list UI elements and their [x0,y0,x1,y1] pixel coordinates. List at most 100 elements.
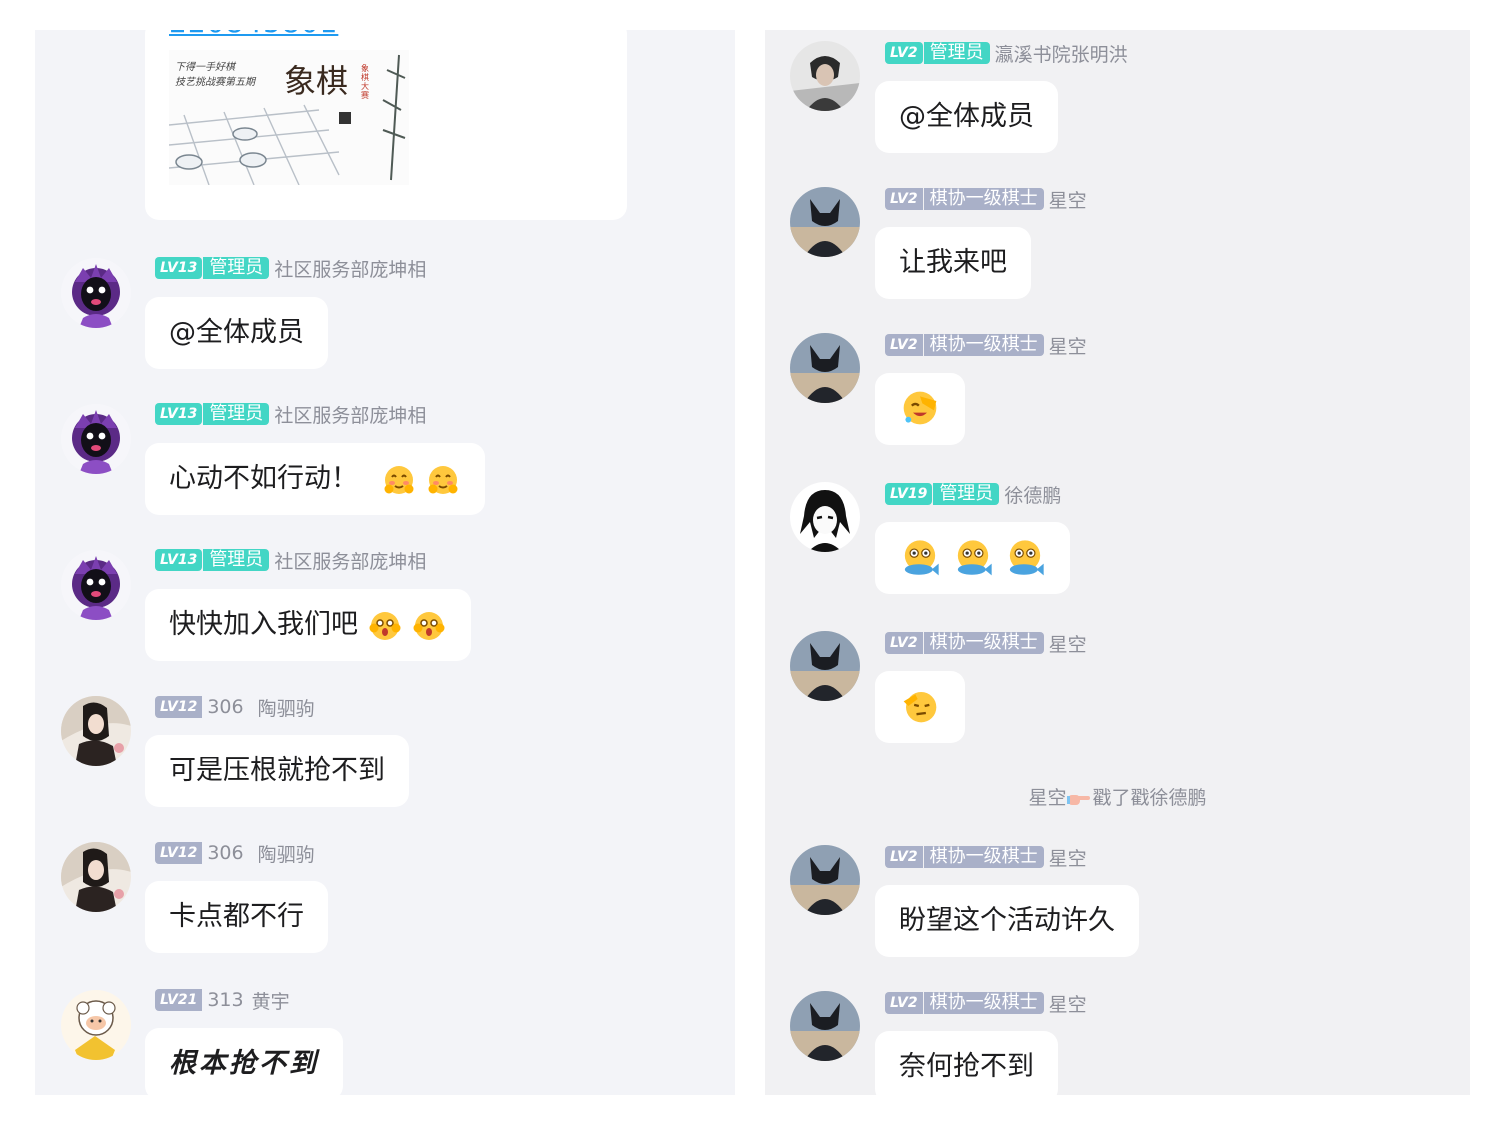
message-text: 心动不如行动！ [169,463,358,494]
level-badge: LV12 [155,842,203,864]
avatar[interactable] [790,41,860,111]
poke-target[interactable]: 徐德鹏 [1150,787,1207,809]
fish-face-icon [1004,538,1046,580]
chat-panel-left: 220845801 下得一手好棋 技艺挑战赛第五期 象棋 象棋大赛 [35,30,735,1095]
message-bubble[interactable] [875,671,965,743]
role-badge: 棋协一级棋士 [923,334,1044,356]
avatar[interactable] [790,631,860,701]
group-number: 306 [207,842,244,864]
avatar[interactable] [790,482,860,552]
avatar[interactable] [61,842,131,912]
sender-name[interactable]: 星空 [1049,630,1087,657]
salute-icon [899,685,941,727]
poster-title: 象棋 [284,62,349,100]
level-badge: LV2 [885,992,923,1014]
sender-meta: LV21 313 黄宇 [155,987,290,1013]
role-badge: 管理员 [933,483,1000,505]
avatar[interactable] [61,258,131,328]
role-badge: 管理员 [203,549,270,571]
sender-meta: LV2 棋协一级棋士 星空 [885,332,1087,358]
level-badge: LV2 [885,632,923,654]
avatar[interactable] [61,550,131,620]
sender-name[interactable]: 徐德鹏 [1004,481,1061,508]
role-badge: 管理员 [203,403,270,425]
level-badge: LV2 [885,334,923,356]
role-badge: 棋协一级棋士 [923,846,1044,868]
blush-hands-icon [381,462,417,498]
chess-poster[interactable]: 下得一手好棋 技艺挑战赛第五期 象棋 象棋大赛 [169,50,409,185]
message-text: @全体成员 [169,317,304,348]
sender-meta: LV2 管理员 瀛溪书院张明洪 [885,40,1128,66]
message-bubble[interactable]: 盼望这个活动许久 [875,885,1139,957]
avatar[interactable] [790,187,860,257]
sender-meta: LV13 管理员 社区服务部庞坤相 [155,255,426,281]
sender-meta: LV2 棋协一级棋士 星空 [885,990,1087,1016]
poke-action: 戳了戳 [1092,787,1150,809]
sender-meta: LV19 管理员 徐德鹏 [885,481,1061,507]
shocked-hands-icon [411,608,447,644]
sender-name[interactable]: 陶驷驹 [258,840,315,867]
poster-subtitle: 下得一手好棋 技艺挑战赛第五期 [175,62,255,88]
role-badge: 管理员 [203,257,270,279]
fish-face-icon [952,538,994,580]
group-number: 306 [207,696,244,718]
sender-meta: LV2 棋协一级棋士 星空 [885,186,1087,212]
message-text: 让我来吧 [899,247,1007,278]
sender-name[interactable]: 星空 [1049,990,1087,1017]
message-bubble[interactable]: 让我来吧 [875,227,1031,299]
message-bubble[interactable]: 快快加入我们吧 [145,589,472,661]
link-text[interactable]: 220845801 [169,30,338,39]
pointing-hand-icon [1066,790,1092,808]
sender-name[interactable]: 陶驷驹 [258,694,315,721]
message-text: 奈何抢不到 [899,1051,1034,1082]
sender-name[interactable]: 社区服务部庞坤相 [274,401,426,428]
level-badge: LV13 [155,403,203,425]
sender-name[interactable]: 星空 [1049,332,1087,359]
avatar[interactable] [61,404,131,474]
message-bubble[interactable]: 心动不如行动！ [145,443,486,515]
poster-seal: 象棋大赛 [361,64,369,100]
message-bubble[interactable]: 卡点都不行 [145,881,328,953]
facepalm-laugh-icon [899,387,941,429]
chat-panel-right: LV2管理员瀛溪书院张明洪 @全体成员 LV2棋协一级棋士星空 让我来吧 [765,30,1470,1095]
message-text: 根本抢不到 [169,1048,319,1079]
message-bubble[interactable] [875,522,1071,594]
blush-hands-icon [425,462,461,498]
avatar[interactable] [61,990,131,1060]
sender-meta: LV12 306 陶驷驹 [155,694,315,720]
sender-name[interactable]: 社区服务部庞坤相 [274,255,426,282]
message-bubble[interactable]: @全体成员 [145,297,328,369]
sender-name[interactable]: 社区服务部庞坤相 [274,547,426,574]
level-badge: LV2 [885,188,923,210]
sender-name[interactable]: 黄宇 [252,987,290,1014]
sender-meta: LV13 管理员 社区服务部庞坤相 [155,547,426,573]
message-text: 快快加入我们吧 [169,609,358,640]
poke-notice: 星空 戳了戳徐德鹏 [765,783,1470,810]
shocked-hands-icon [367,608,403,644]
role-badge: 棋协一级棋士 [923,632,1044,654]
role-badge: 棋协一级棋士 [923,992,1044,1014]
poke-actor[interactable]: 星空 [1028,787,1066,809]
avatar[interactable] [790,845,860,915]
sender-name[interactable]: 星空 [1049,186,1087,213]
sender-name[interactable]: 瀛溪书院张明洪 [995,40,1128,67]
sender-name[interactable]: 星空 [1049,844,1087,871]
avatar[interactable] [790,333,860,403]
message-bubble[interactable] [875,373,965,445]
avatar[interactable] [790,991,860,1061]
avatar[interactable] [61,696,131,766]
message-text: 盼望这个活动许久 [899,905,1115,936]
message-bubble[interactable]: @全体成员 [875,81,1058,153]
level-badge: LV2 [885,42,923,64]
message-bubble[interactable]: 根本抢不到 [145,1028,343,1095]
role-badge: 棋协一级棋士 [923,188,1044,210]
group-number: 313 [207,989,244,1011]
message-text: 可是压根就抢不到 [169,755,385,786]
level-badge: LV21 [155,989,203,1011]
fish-face-icon [899,538,941,580]
message-bubble[interactable]: 可是压根就抢不到 [145,735,409,807]
image-message-card[interactable]: 220845801 下得一手好棋 技艺挑战赛第五期 象棋 象棋大赛 [145,30,627,220]
sender-meta: LV2 棋协一级棋士 星空 [885,844,1087,870]
level-badge: LV2 [885,846,923,868]
message-bubble[interactable]: 奈何抢不到 [875,1031,1058,1095]
